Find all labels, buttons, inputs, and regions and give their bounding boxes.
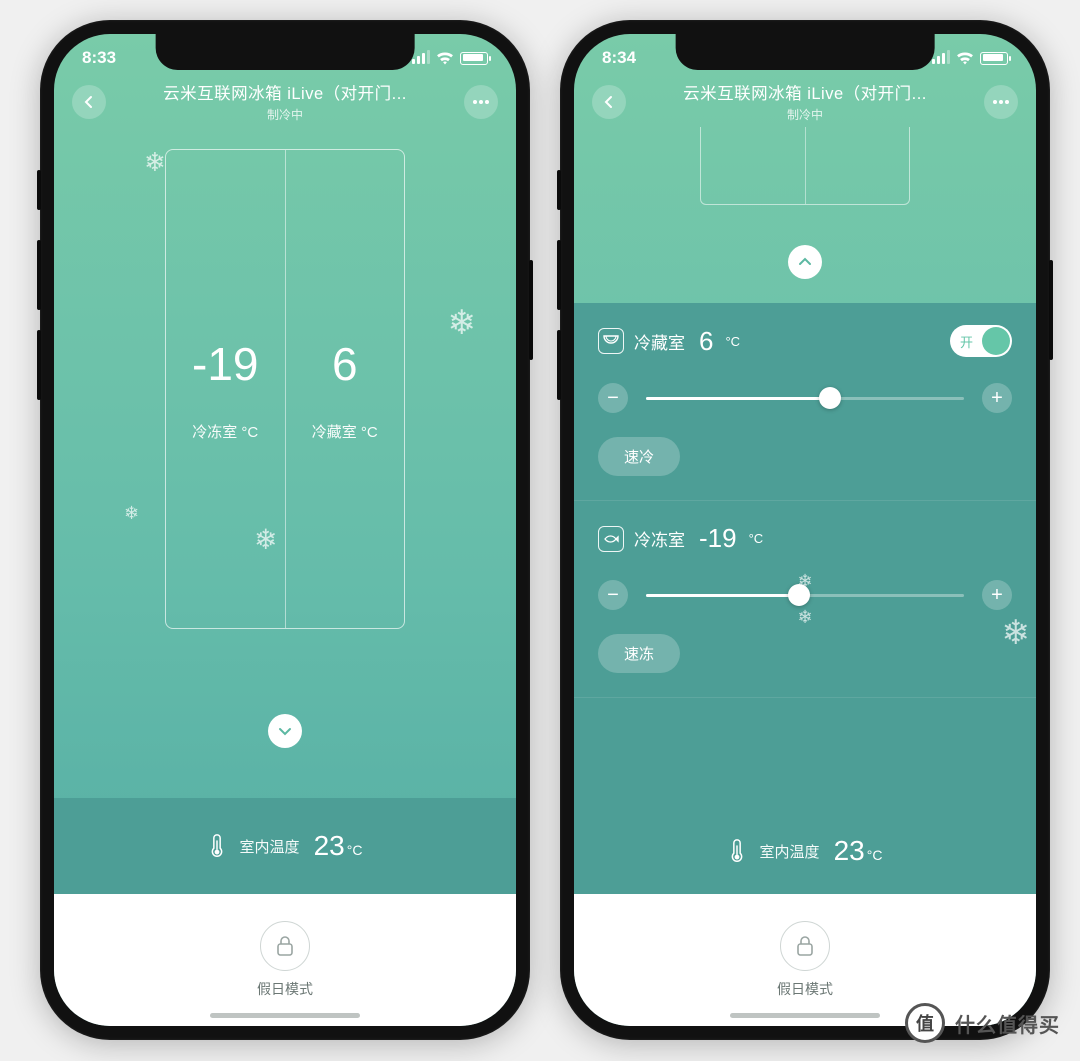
home-indicator (210, 1013, 360, 1018)
cold-decrease-button[interactable]: − (598, 383, 628, 413)
freeze-slider[interactable]: ❄ ❄ (646, 594, 964, 597)
cold-room-section: 冷藏室 6 °C 开 − + (574, 303, 1036, 501)
battery-icon (980, 52, 1008, 65)
back-button[interactable] (592, 85, 626, 119)
freezer-label: 冷冻室 °C (192, 421, 258, 442)
collapse-toggle[interactable] (788, 245, 822, 279)
cold-slider[interactable] (646, 397, 964, 400)
status-bar: 8:34 (574, 34, 1036, 78)
nav-bar: 云米互联网冰箱 iLive（对开门... 制冷中 (54, 78, 516, 123)
cold-room-unit: °C (725, 334, 740, 349)
snowflake-icon: ❄ (797, 608, 812, 626)
status-time: 8:33 (82, 48, 116, 68)
room-temp-bar: 室内温度 23°C (574, 808, 1036, 894)
status-bar: 8:33 (54, 34, 516, 78)
quick-cool-button[interactable]: 速冷 (598, 437, 680, 476)
fridge-temp: 6 (332, 337, 358, 391)
snowflake-icon: ❄ (1002, 613, 1031, 653)
cold-room-temp: 6 (699, 326, 713, 357)
snowflake-icon: ❄ (448, 303, 477, 343)
watermark-badge: 值 (905, 1003, 945, 1043)
thermometer-icon (208, 833, 226, 859)
holiday-mode-label: 假日模式 (777, 979, 833, 999)
cellular-icon (412, 52, 430, 64)
room-temp-value: 23 (834, 835, 865, 867)
wifi-icon (956, 52, 974, 65)
back-button[interactable] (72, 85, 106, 119)
toggle-text: 开 (960, 332, 973, 351)
status-time: 8:34 (602, 48, 636, 68)
more-button[interactable] (984, 85, 1018, 119)
lock-icon (794, 934, 816, 958)
fridge-diagram: -19 冷冻室 °C 6 冷藏室 °C (165, 149, 405, 629)
phone-mock-left: 8:33 云米互联网冰箱 iLive（对开门... 制冷中 -19 (40, 20, 530, 1040)
cold-slider-thumb (819, 387, 841, 409)
room-temp-bar: 室内温度 23°C (54, 798, 516, 894)
freeze-room-temp: -19 (699, 523, 737, 554)
freeze-slider-thumb (788, 584, 810, 606)
room-temp-unit: °C (867, 847, 883, 863)
wifi-icon (436, 52, 454, 65)
cold-room-title: 冷藏室 (634, 329, 685, 354)
room-temp-value: 23 (314, 830, 345, 862)
page-subtitle: 制冷中 (683, 106, 927, 123)
thermometer-icon (728, 838, 746, 864)
watermark: 值 什么值得买 (905, 1003, 1060, 1043)
bottom-bar: 假日模式 (54, 894, 516, 1026)
freezer-temp: -19 (192, 337, 258, 391)
cold-slider-fill (646, 397, 830, 400)
snowflake-icon: ❄ (144, 147, 166, 178)
snowflake-icon: ❄ (124, 503, 139, 524)
watermark-text: 什么值得买 (955, 1009, 1060, 1038)
holiday-mode-button[interactable] (260, 921, 310, 971)
room-temp-label: 室内温度 (760, 841, 820, 862)
holiday-mode-label: 假日模式 (257, 979, 313, 999)
freeze-increase-button[interactable]: + (982, 580, 1012, 610)
freeze-room-section: 冷冻室 -19 °C − ❄ ❄ + ❄ (574, 501, 1036, 698)
cold-room-toggle[interactable]: 开 (950, 325, 1012, 357)
freeze-decrease-button[interactable]: − (598, 580, 628, 610)
expand-toggle[interactable] (268, 714, 302, 748)
fish-icon (598, 526, 624, 552)
fridge-diagram-mini (700, 127, 910, 205)
freeze-slider-fill (646, 594, 799, 597)
home-indicator (730, 1013, 880, 1018)
freeze-room-unit: °C (749, 531, 764, 546)
phone-mock-right: 8:34 云米互联网冰箱 iLive（对开门... 制冷中 (560, 20, 1050, 1040)
room-temp-label: 室内温度 (240, 836, 300, 857)
fridge-label: 冷藏室 °C (312, 421, 378, 442)
watermelon-icon (598, 328, 624, 354)
cold-increase-button[interactable]: + (982, 383, 1012, 413)
freeze-room-title: 冷冻室 (634, 526, 685, 551)
room-temp-unit: °C (347, 842, 363, 858)
page-title: 云米互联网冰箱 iLive（对开门... (683, 80, 927, 104)
nav-bar: 云米互联网冰箱 iLive（对开门... 制冷中 (574, 78, 1036, 123)
lock-icon (274, 934, 296, 958)
holiday-mode-button[interactable] (780, 921, 830, 971)
cellular-icon (932, 52, 950, 64)
battery-icon (460, 52, 488, 65)
more-button[interactable] (464, 85, 498, 119)
page-subtitle: 制冷中 (163, 106, 407, 123)
page-title: 云米互联网冰箱 iLive（对开门... (163, 80, 407, 104)
quick-freeze-button[interactable]: 速冻 (598, 634, 680, 673)
